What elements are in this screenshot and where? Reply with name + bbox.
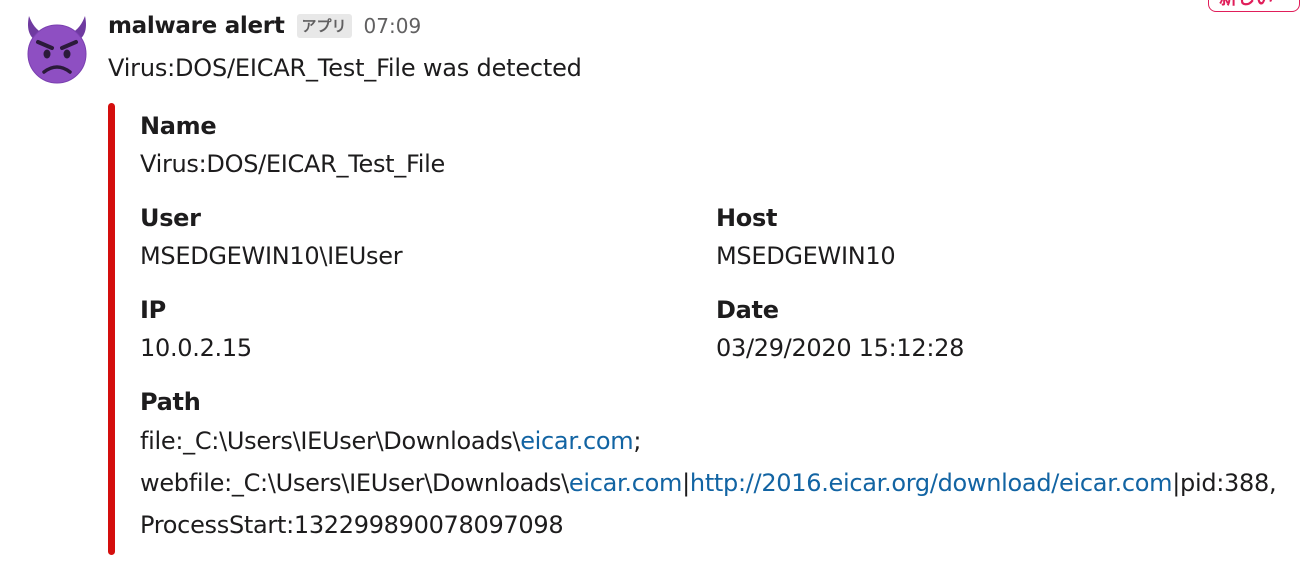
field-user: User MSEDGEWIN10\IEUser <box>140 200 403 276</box>
field-date-value: 03/29/2020 15:12:28 <box>716 334 965 362</box>
path-separator: ; <box>633 427 642 455</box>
field-name-label: Name <box>140 112 217 140</box>
message-text: Virus:DOS/EICAR_Test_File was detected <box>108 54 582 82</box>
eicar-file-link[interactable]: eicar.com <box>520 427 633 455</box>
field-path-value: file:_C:\Users\IEUser\Downloads\eicar.co… <box>140 420 1285 546</box>
field-date-label: Date <box>716 296 779 324</box>
field-name: Name Virus:DOS/EICAR_Test_File <box>140 108 445 184</box>
field-host-label: Host <box>716 204 778 232</box>
smiling-imp-emoji-icon <box>27 16 87 84</box>
sender-name[interactable]: malware alert <box>108 13 285 39</box>
attachment-accent-bar <box>108 103 115 555</box>
new-messages-badge[interactable]: 新しい <box>1208 0 1300 12</box>
field-name-value: Virus:DOS/EICAR_Test_File <box>140 150 445 178</box>
field-ip-value: 10.0.2.15 <box>140 334 252 362</box>
field-date: Date 03/29/2020 15:12:28 <box>716 292 964 368</box>
new-messages-label: 新しい <box>1219 0 1273 8</box>
field-user-label: User <box>140 204 201 232</box>
path-pipe: | <box>682 469 690 497</box>
field-host-value: MSEDGEWIN10 <box>716 242 896 270</box>
field-ip: IP 10.0.2.15 <box>140 292 252 368</box>
eicar-download-url-link[interactable]: http://2016.eicar.org/download/eicar.com <box>690 469 1173 497</box>
app-tag: アプリ <box>296 14 352 38</box>
path-webfile-prefix: webfile:_C:\Users\IEUser\Downloads\ <box>140 469 569 497</box>
field-user-value: MSEDGEWIN10\IEUser <box>140 242 403 270</box>
eicar-webfile-link[interactable]: eicar.com <box>569 469 682 497</box>
message-timestamp[interactable]: 07:09 <box>364 14 422 38</box>
field-path: Path file:_C:\Users\IEUser\Downloads\eic… <box>140 384 1285 546</box>
avatar[interactable] <box>20 12 94 86</box>
field-path-label: Path <box>140 388 201 416</box>
field-host: Host MSEDGEWIN10 <box>716 200 896 276</box>
path-file-prefix: file:_C:\Users\IEUser\Downloads\ <box>140 427 521 455</box>
field-ip-label: IP <box>140 296 166 324</box>
message-header: malware alert アプリ 07:09 <box>108 8 421 44</box>
